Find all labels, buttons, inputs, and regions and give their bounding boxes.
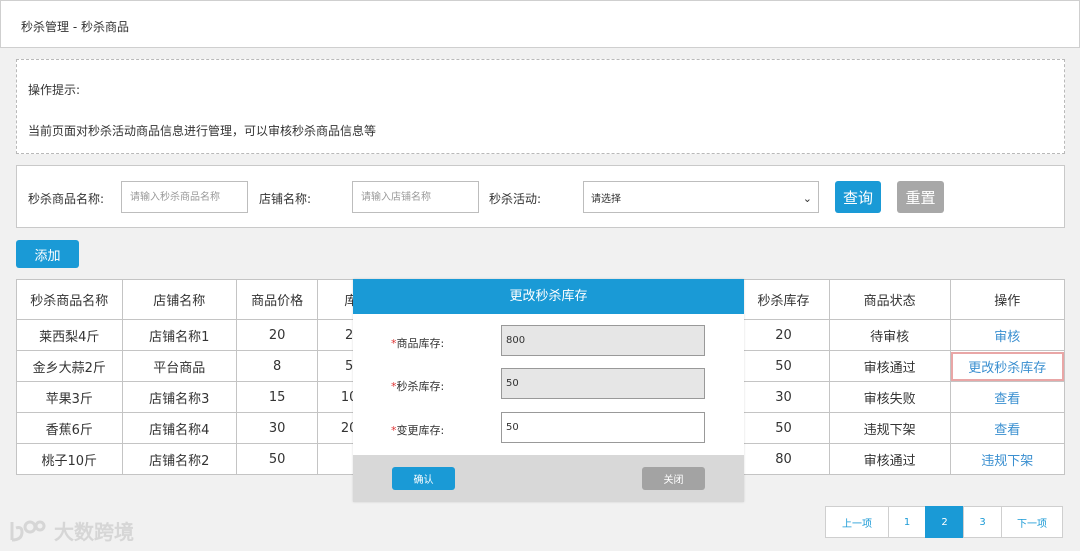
cell-status: 审核通过 [828,350,951,382]
page-3-button[interactable]: 3 [963,506,1002,538]
product-stock-label: *商品库存: [391,337,445,350]
dialog-footer: 确认 关闭 [353,455,744,502]
search-panel: 秒杀商品名称: 店铺名称: 秒杀活动: 请选择 ⌄ 查询 重置 [16,165,1065,228]
seckill-stock-label: *秒杀库存: [391,380,445,393]
change-stock-label: *变更库存: [391,424,445,437]
cell-product-name: 香蕉6斤 [16,412,123,444]
next-page-button[interactable]: 下一项 [1001,506,1063,538]
activity-select[interactable]: 请选择 ⌄ [583,181,819,213]
tips-title: 操作提示: [28,83,81,97]
column-header: 操作 [949,279,1066,320]
watermark-logo-icon [10,520,46,541]
column-header: 秒杀库存 [737,279,830,320]
cell-shop-name: 平台商品 [121,350,237,382]
change-seckill-stock-dialog: 更改秒杀库存 *商品库存: 800 *秒杀库存: 50 *变更库存: 50 确认… [353,279,744,502]
cell-seckill-stock: 50 [737,412,830,444]
shop-name-input[interactable] [352,181,479,213]
seckill-stock-field: 50 [501,368,705,399]
pagination: 上一项 1 2 3 下一项 [825,506,1063,538]
watermark: 大数跨境 [8,516,134,545]
cell-product-name: 桃子10斤 [16,443,123,475]
breadcrumb: 秒杀管理 - 秒杀商品 [21,20,129,34]
watermark-text: 大数跨境 [54,520,134,544]
add-button[interactable]: 添加 [16,240,79,268]
tips-text: 当前页面对秒杀活动商品信息进行管理，可以审核秒杀商品信息等 [28,124,377,138]
column-header: 商品状态 [828,279,951,320]
cell-price: 30 [235,412,319,444]
cell-product-name: 莱西梨4斤 [16,319,123,351]
cell-price: 50 [235,443,319,475]
cell-seckill-stock: 20 [737,319,830,351]
close-button[interactable]: 关闭 [642,467,705,490]
cell-status: 违规下架 [828,412,951,444]
page-1-button[interactable]: 1 [888,506,926,538]
review-link[interactable]: 审核 [994,330,1020,345]
query-button[interactable]: 查询 [835,181,881,213]
column-header: 店铺名称 [121,279,237,320]
product-name-input[interactable] [121,181,248,213]
change-seckill-stock-link[interactable]: 更改秒杀库存 [968,361,1046,376]
chevron-down-icon: ⌄ [802,192,812,205]
cell-product-name: 金乡大蒜2斤 [16,350,123,382]
product-stock-field: 800 [501,325,705,356]
cell-shop-name: 店铺名称3 [121,381,237,413]
operation-tips-panel: 操作提示: 当前页面对秒杀活动商品信息进行管理，可以审核秒杀商品信息等 [16,59,1065,154]
cell-status: 审核失败 [828,381,951,413]
cell-shop-name: 店铺名称1 [121,319,237,351]
reset-button[interactable]: 重置 [897,181,944,213]
page-header: 秒杀管理 - 秒杀商品 [0,0,1080,48]
takedown-link[interactable]: 违规下架 [981,454,1033,469]
activity-select-value: 请选择 [591,193,621,205]
cell-price: 8 [235,350,319,382]
product-name-label: 秒杀商品名称: [28,192,105,206]
cell-status: 审核通过 [828,443,951,475]
change-stock-input[interactable]: 50 [501,412,705,443]
shop-name-label: 店铺名称: [259,192,312,206]
cell-product-name: 苹果3斤 [16,381,123,413]
page-2-button[interactable]: 2 [925,506,964,538]
cell-seckill-stock: 30 [737,381,830,413]
cell-status: 待审核 [828,319,951,351]
cell-seckill-stock: 50 [737,350,830,382]
dialog-title: 更改秒杀库存 [353,279,744,314]
cell-shop-name: 店铺名称4 [121,412,237,444]
view-link[interactable]: 查看 [994,392,1020,407]
cell-price: 15 [235,381,319,413]
view-link[interactable]: 查看 [994,423,1020,438]
column-header: 商品价格 [235,279,319,320]
cell-price: 20 [235,319,319,351]
column-header: 秒杀商品名称 [16,279,123,320]
activity-label: 秒杀活动: [489,192,542,206]
confirm-button[interactable]: 确认 [392,467,455,490]
cell-shop-name: 店铺名称2 [121,443,237,475]
prev-page-button[interactable]: 上一项 [825,506,889,538]
cell-seckill-stock: 80 [737,443,830,475]
